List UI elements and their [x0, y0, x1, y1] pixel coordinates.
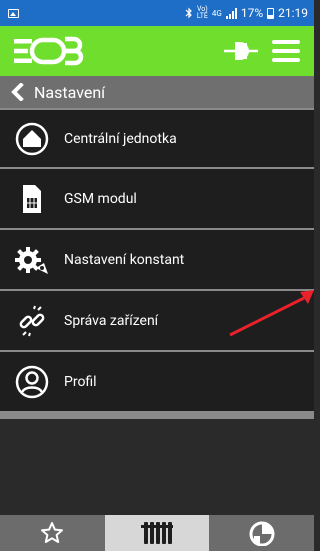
menu-item-label: GSM modul	[64, 190, 137, 207]
radiator-icon	[141, 522, 173, 544]
annotation-arrow-icon	[229, 290, 314, 337]
settings-menu: Centrální jednotka GSM modul Nastavení k…	[0, 108, 314, 419]
gauge-icon	[249, 521, 275, 546]
menu-bottom-divider	[0, 413, 314, 419]
image-notification-icon	[8, 8, 19, 18]
status-bar: Vo) LTE 4G 17% 21:19	[0, 0, 314, 26]
status-bar-left	[8, 8, 19, 18]
menu-item-label: Nastavení konstant	[64, 251, 185, 268]
menu-item-label: Centrální jednotka	[64, 130, 177, 147]
chevron-left-icon	[11, 83, 24, 101]
tab-heating[interactable]	[104, 515, 210, 551]
menu-item-gsm-module[interactable]: GSM modul	[0, 169, 314, 230]
tab-favorites[interactable]	[0, 515, 105, 551]
unlink-icon	[0, 305, 64, 337]
sim-card-icon	[0, 184, 64, 214]
settings-header: Nastavení	[0, 76, 314, 108]
user-circle-icon	[0, 365, 64, 399]
app-bar	[0, 26, 314, 76]
status-bar-right: Vo) LTE 4G 17% 21:19	[185, 6, 308, 20]
menu-item-label: Profil	[64, 373, 97, 390]
gears-icon	[0, 244, 64, 276]
volte-icon: Vo) LTE	[196, 5, 208, 20]
tab-energy[interactable]	[209, 515, 314, 551]
star-icon	[41, 522, 64, 543]
bluetooth-icon	[185, 7, 192, 19]
back-button[interactable]	[0, 76, 34, 108]
hamburger-menu-icon[interactable]	[272, 40, 300, 62]
menu-item-label: Správa zařízení	[64, 312, 159, 329]
menu-item-profile[interactable]: Profil	[0, 352, 314, 413]
bottom-nav	[0, 515, 314, 551]
menu-item-central-unit[interactable]: Centrální jednotka	[0, 108, 314, 169]
battery-icon	[267, 7, 275, 19]
home-circle-icon	[0, 122, 64, 156]
clock: 21:19	[278, 6, 308, 20]
network-type: 4G	[211, 8, 222, 18]
battery-percent: 17%	[240, 6, 264, 20]
signal-strength-icon	[225, 7, 237, 19]
menu-item-constants-settings[interactable]: Nastavení konstant	[0, 230, 314, 291]
page-title: Nastavení	[34, 82, 106, 102]
power-plug-icon[interactable]	[224, 39, 258, 63]
app-logo[interactable]	[12, 36, 84, 70]
